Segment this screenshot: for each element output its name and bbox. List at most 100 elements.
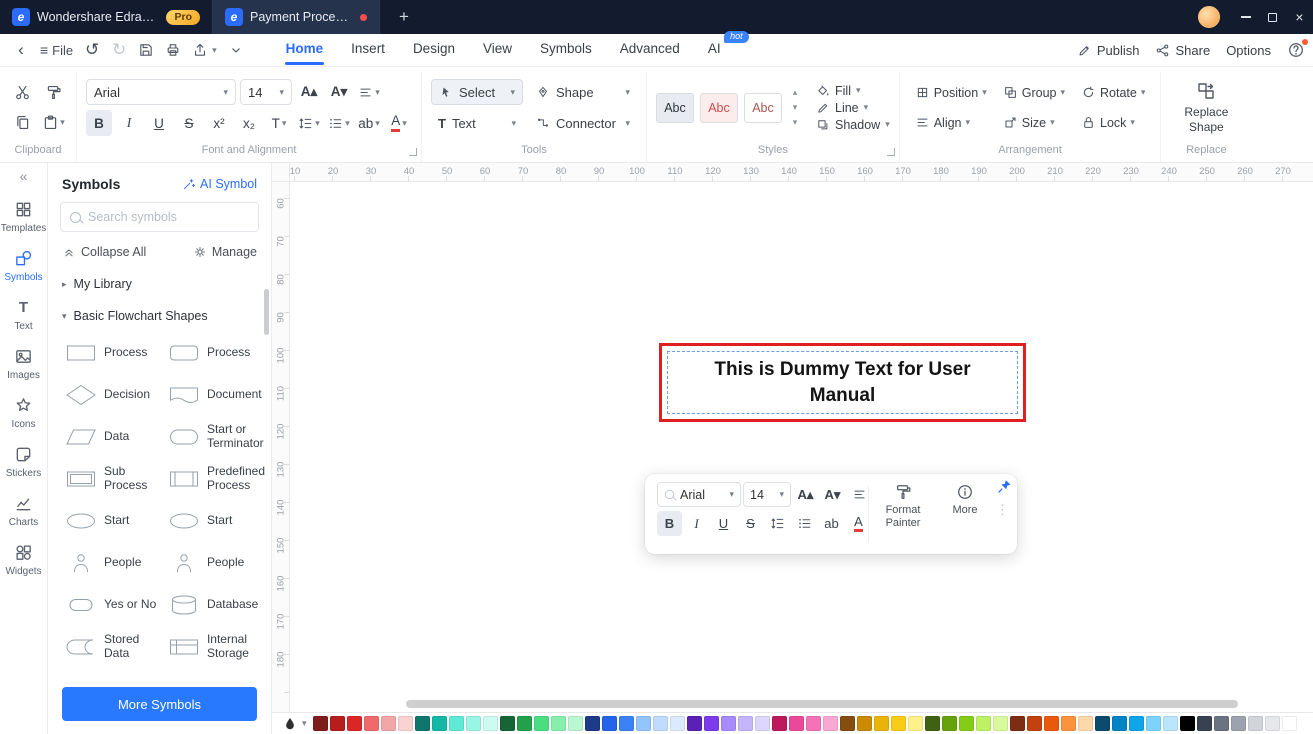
pin-icon[interactable] bbox=[996, 478, 1013, 495]
style-swatch-3[interactable]: Abc bbox=[744, 92, 782, 123]
symbol-search-box[interactable] bbox=[60, 202, 259, 232]
color-swatch[interactable] bbox=[771, 716, 787, 731]
symbol-people[interactable]: People bbox=[167, 546, 265, 579]
color-swatch[interactable] bbox=[550, 716, 566, 731]
popup-bullet-list-button[interactable] bbox=[792, 511, 817, 536]
fill-color-droplet-icon[interactable] bbox=[282, 716, 298, 732]
line-spacing-button[interactable]: ▾ bbox=[296, 110, 322, 136]
new-tab-button[interactable]: + bbox=[392, 7, 416, 27]
popup-increase-font-button[interactable]: A▴ bbox=[793, 482, 818, 507]
color-swatch[interactable] bbox=[856, 716, 872, 731]
style-swatch-1[interactable]: Abc bbox=[656, 92, 694, 123]
popup-format-painter-button[interactable]: Format Painter bbox=[877, 483, 929, 529]
color-swatch[interactable] bbox=[312, 716, 328, 731]
color-swatch[interactable] bbox=[601, 716, 617, 731]
color-swatch[interactable] bbox=[1247, 716, 1263, 731]
color-swatch[interactable] bbox=[737, 716, 753, 731]
color-swatch[interactable] bbox=[924, 716, 940, 731]
font-color-button[interactable]: A ▾ bbox=[386, 110, 412, 136]
char-spacing-button[interactable]: ab ▾ bbox=[356, 110, 382, 136]
connector-tool-button[interactable]: Connector ▾ bbox=[529, 110, 637, 136]
symbol-decision[interactable]: Decision bbox=[64, 378, 161, 411]
user-avatar[interactable] bbox=[1198, 6, 1220, 28]
rotate-button[interactable]: Rotate ▾ bbox=[1075, 80, 1151, 106]
sidebar-item-widgets[interactable]: Widgets bbox=[1, 535, 47, 584]
color-swatch[interactable] bbox=[1196, 716, 1212, 731]
more-symbols-button[interactable]: More Symbols bbox=[62, 687, 257, 721]
undo-button[interactable]: ↺ bbox=[79, 37, 105, 63]
color-swatch[interactable] bbox=[329, 716, 345, 731]
canvas-area[interactable]: 10 20 30 40 50 60 70 80 90 100 110 120 130 140 150 160 1… bbox=[272, 163, 1313, 734]
strikethrough-button[interactable]: S bbox=[176, 110, 202, 136]
popup-char-spacing-button[interactable]: ab bbox=[819, 511, 844, 536]
more-tools-button[interactable] bbox=[223, 37, 249, 63]
color-swatch[interactable] bbox=[465, 716, 481, 731]
popup-italic-button[interactable]: I bbox=[684, 511, 709, 536]
shape-text[interactable]: This is Dummy Text for User Manual bbox=[693, 357, 993, 408]
align-arrange-button[interactable]: Align ▾ bbox=[909, 110, 993, 136]
color-swatch[interactable] bbox=[754, 716, 770, 731]
select-tool-button[interactable]: Select ▾ bbox=[431, 79, 523, 105]
sidebar-item-charts[interactable]: Charts bbox=[1, 486, 47, 535]
menu-tab-design[interactable]: Design bbox=[400, 34, 468, 66]
color-swatch[interactable] bbox=[890, 716, 906, 731]
font-family-select[interactable]: Arial ▾ bbox=[86, 79, 236, 105]
style-more-icon[interactable]: ▾ bbox=[793, 117, 798, 128]
color-swatch[interactable] bbox=[686, 716, 702, 731]
menu-tab-insert[interactable]: Insert bbox=[338, 34, 398, 66]
redo-button[interactable]: ↻ bbox=[106, 37, 132, 63]
color-swatch[interactable] bbox=[397, 716, 413, 731]
symbol-sub-process[interactable]: Sub Process bbox=[64, 462, 161, 495]
style-swatch-2[interactable]: Abc bbox=[700, 92, 738, 123]
symbol-database[interactable]: Database bbox=[167, 588, 265, 621]
align-button[interactable]: ▾ bbox=[356, 79, 382, 105]
color-swatch[interactable] bbox=[941, 716, 957, 731]
menu-tab-symbols[interactable]: Symbols bbox=[527, 34, 605, 66]
document-tab[interactable]: e Payment Processi... bbox=[212, 0, 380, 34]
sidebar-item-icons[interactable]: Icons bbox=[1, 388, 47, 437]
color-swatch[interactable] bbox=[584, 716, 600, 731]
sidebar-item-text[interactable]: T Text bbox=[1, 290, 47, 339]
position-button[interactable]: Position ▾ bbox=[909, 80, 993, 106]
color-swatch[interactable] bbox=[720, 716, 736, 731]
color-swatch[interactable] bbox=[1094, 716, 1110, 731]
save-button[interactable] bbox=[133, 37, 159, 63]
sidebar-item-symbols[interactable]: Symbols bbox=[1, 241, 47, 290]
color-swatch[interactable] bbox=[669, 716, 685, 731]
ai-symbol-link[interactable]: AI Symbol bbox=[182, 177, 257, 191]
subscript-button[interactable]: x₂ bbox=[236, 110, 262, 136]
underline-button[interactable]: U bbox=[146, 110, 172, 136]
back-button[interactable]: ‹ bbox=[8, 37, 34, 63]
color-swatch[interactable] bbox=[482, 716, 498, 731]
publish-button[interactable]: Publish bbox=[1077, 43, 1139, 58]
group-basic-flowchart[interactable]: ▾ Basic Flowchart Shapes bbox=[62, 300, 267, 332]
style-scroll-up-icon[interactable]: ▴ bbox=[793, 87, 798, 98]
format-painter-button[interactable] bbox=[40, 80, 67, 106]
menu-tab-advanced[interactable]: Advanced bbox=[607, 34, 693, 66]
file-menu-button[interactable]: ≡ File bbox=[35, 37, 78, 63]
collapse-all-button[interactable]: Collapse All bbox=[62, 245, 146, 259]
color-swatch[interactable] bbox=[1213, 716, 1229, 731]
export-button[interactable]: ▾ bbox=[187, 37, 222, 63]
symbol-stored-data[interactable]: Stored Data bbox=[64, 630, 161, 663]
color-swatch[interactable] bbox=[1026, 716, 1042, 731]
shape-tool-button[interactable]: Shape ▾ bbox=[529, 79, 637, 105]
group-button[interactable]: Group ▾ bbox=[997, 80, 1071, 106]
popup-font-family-select[interactable]: Arial ▾ bbox=[657, 482, 741, 507]
color-swatch[interactable] bbox=[1281, 716, 1297, 731]
fill-button[interactable]: Fill ▾ bbox=[816, 84, 890, 98]
popup-font-size-select[interactable]: 14 ▾ bbox=[743, 482, 791, 507]
color-swatch[interactable] bbox=[805, 716, 821, 731]
drag-handle-dots-icon[interactable]: ⋮ bbox=[996, 502, 1009, 518]
color-swatch[interactable] bbox=[839, 716, 855, 731]
color-swatch[interactable] bbox=[1043, 716, 1059, 731]
maximize-button[interactable] bbox=[1259, 0, 1286, 34]
color-swatch[interactable] bbox=[1230, 716, 1246, 731]
color-swatch[interactable] bbox=[703, 716, 719, 731]
symbol-predefined-process[interactable]: Predefined Process bbox=[167, 462, 265, 495]
increase-font-button[interactable]: A▴ bbox=[296, 79, 322, 105]
popup-more-button[interactable]: More bbox=[939, 483, 991, 529]
line-button[interactable]: Line ▾ bbox=[816, 101, 890, 115]
color-swatch[interactable] bbox=[499, 716, 515, 731]
color-swatch[interactable] bbox=[958, 716, 974, 731]
